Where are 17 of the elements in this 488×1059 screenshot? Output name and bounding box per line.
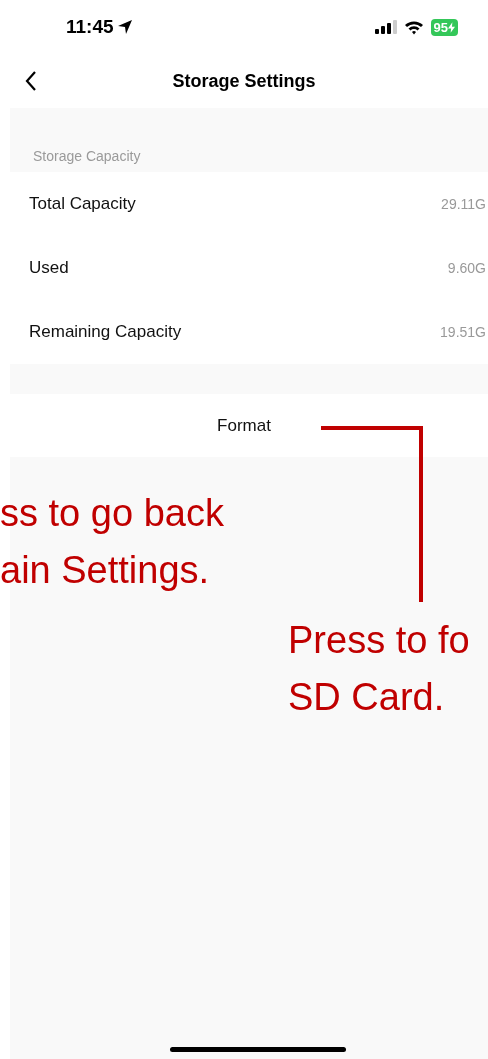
signal-icon [374, 20, 397, 34]
row-value: 29.11G [441, 196, 486, 212]
battery-indicator: 95 [430, 18, 458, 36]
row-label: Remaining Capacity [29, 322, 182, 342]
annotation-text: ss to go back ain Settings. [0, 491, 224, 593]
status-time: 11:45 [66, 16, 114, 38]
row-label: Used [29, 258, 69, 278]
annotation-text: Press to fo SD Card. [288, 618, 470, 720]
wifi-icon [403, 19, 424, 35]
format-button[interactable]: Format [209, 411, 279, 440]
location-arrow-icon [116, 19, 133, 35]
page-title: Storage Settings [172, 70, 316, 92]
row-value: 19.51G [440, 324, 486, 340]
row-value: 9.60G [447, 260, 486, 276]
section-header: Storage Capacity [33, 148, 141, 164]
back-chevron-icon[interactable] [24, 70, 38, 92]
row-label: Total Capacity [29, 194, 136, 214]
